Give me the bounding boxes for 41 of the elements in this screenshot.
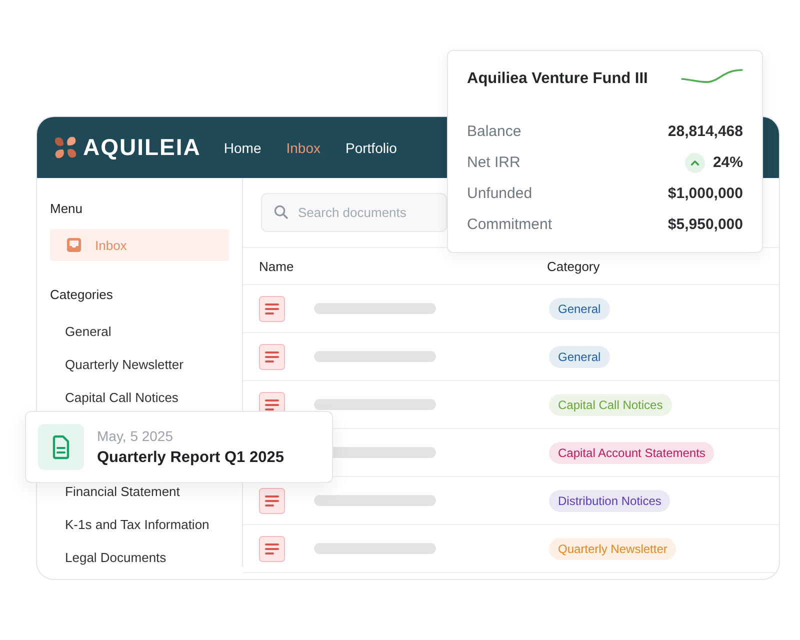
category-item[interactable]: Financial Statement	[50, 484, 180, 499]
text-lines-icon	[259, 488, 285, 514]
category-item[interactable]: General	[50, 324, 112, 339]
stat-label: Commitment	[467, 216, 552, 233]
logo-icon	[52, 134, 79, 161]
stat-value: 24%	[712, 154, 743, 171]
category-tag: Capital Call Notices	[549, 394, 672, 416]
column-header: Category	[547, 258, 601, 274]
category-tag: General	[549, 346, 610, 368]
category-item[interactable]: Quarterly Newsletter	[50, 357, 184, 372]
nav-tab[interactable]: Inbox	[286, 140, 320, 156]
fund-title: Aquiliea Venture Fund III	[467, 70, 648, 88]
inbox-icon	[67, 238, 81, 252]
nav-tab[interactable]: Home	[224, 140, 262, 156]
text-lines-icon	[259, 536, 285, 562]
category-item[interactable]: Capital Call Notices	[50, 390, 178, 405]
sparkline	[681, 68, 743, 84]
notification-title: Quarterly Report Q1 2025	[97, 448, 284, 466]
stat-label: Balance	[467, 123, 522, 140]
notification-date: May, 5 2025	[97, 428, 174, 444]
text-lines-icon	[259, 296, 285, 322]
stat-value: $5,950,000	[668, 216, 743, 233]
category-tag: Capital Account Statements	[549, 442, 714, 464]
column-header: Name	[259, 258, 295, 274]
stat-label: Unfunded	[467, 185, 532, 202]
search-field[interactable]: Search documents	[261, 193, 447, 232]
search-icon	[274, 205, 288, 219]
text-lines-icon	[259, 344, 285, 370]
categories-heading: Categories	[50, 287, 114, 303]
brand-logo: AQUILEIA	[83, 134, 201, 161]
stat-label: Net IRR	[467, 154, 520, 171]
menu-heading: Menu	[50, 201, 84, 217]
category-tag: Quarterly Newsletter	[549, 538, 676, 560]
nav-tab[interactable]: Portfolio	[346, 140, 397, 156]
stat-value: $1,000,000	[668, 185, 743, 202]
category-tag: General	[549, 298, 610, 320]
category-tag: Distribution Notices	[549, 490, 670, 512]
stat-value: 28,814,468	[668, 123, 743, 140]
category-item[interactable]: K-1s and Tax Information	[50, 517, 210, 532]
category-item[interactable]: Legal Documents	[50, 550, 166, 565]
document-icon	[38, 424, 84, 470]
